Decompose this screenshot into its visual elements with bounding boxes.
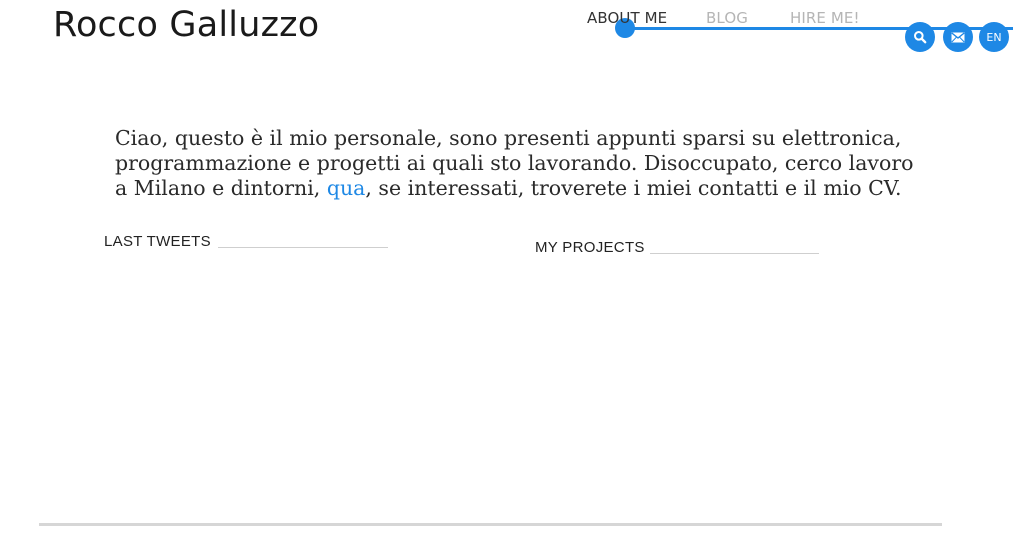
search-icon — [914, 31, 927, 44]
projects-heading: MY PROJECTS — [535, 239, 645, 256]
intro-text-end: , se interessati, troverete i miei conta… — [365, 176, 902, 200]
nav-hire-me[interactable]: HIRE ME! — [790, 9, 860, 27]
language-label: EN — [986, 30, 1002, 44]
tweets-heading-rule — [218, 247, 388, 248]
tweets-heading: LAST TWEETS — [104, 233, 211, 250]
projects-heading-rule — [650, 253, 819, 254]
site-title[interactable]: Rocco Galluzzo — [53, 5, 319, 45]
footer-divider — [39, 523, 942, 526]
intro-paragraph: Ciao, questo è il mio personale, sono pr… — [115, 126, 915, 201]
cv-link[interactable]: qua — [327, 176, 366, 200]
language-button[interactable]: EN — [979, 22, 1009, 52]
mail-icon — [951, 31, 965, 42]
search-button[interactable] — [905, 22, 935, 52]
nav-about-me[interactable]: ABOUT ME — [587, 9, 667, 27]
nav-blog[interactable]: BLOG — [706, 9, 748, 27]
mail-button[interactable] — [943, 22, 973, 52]
